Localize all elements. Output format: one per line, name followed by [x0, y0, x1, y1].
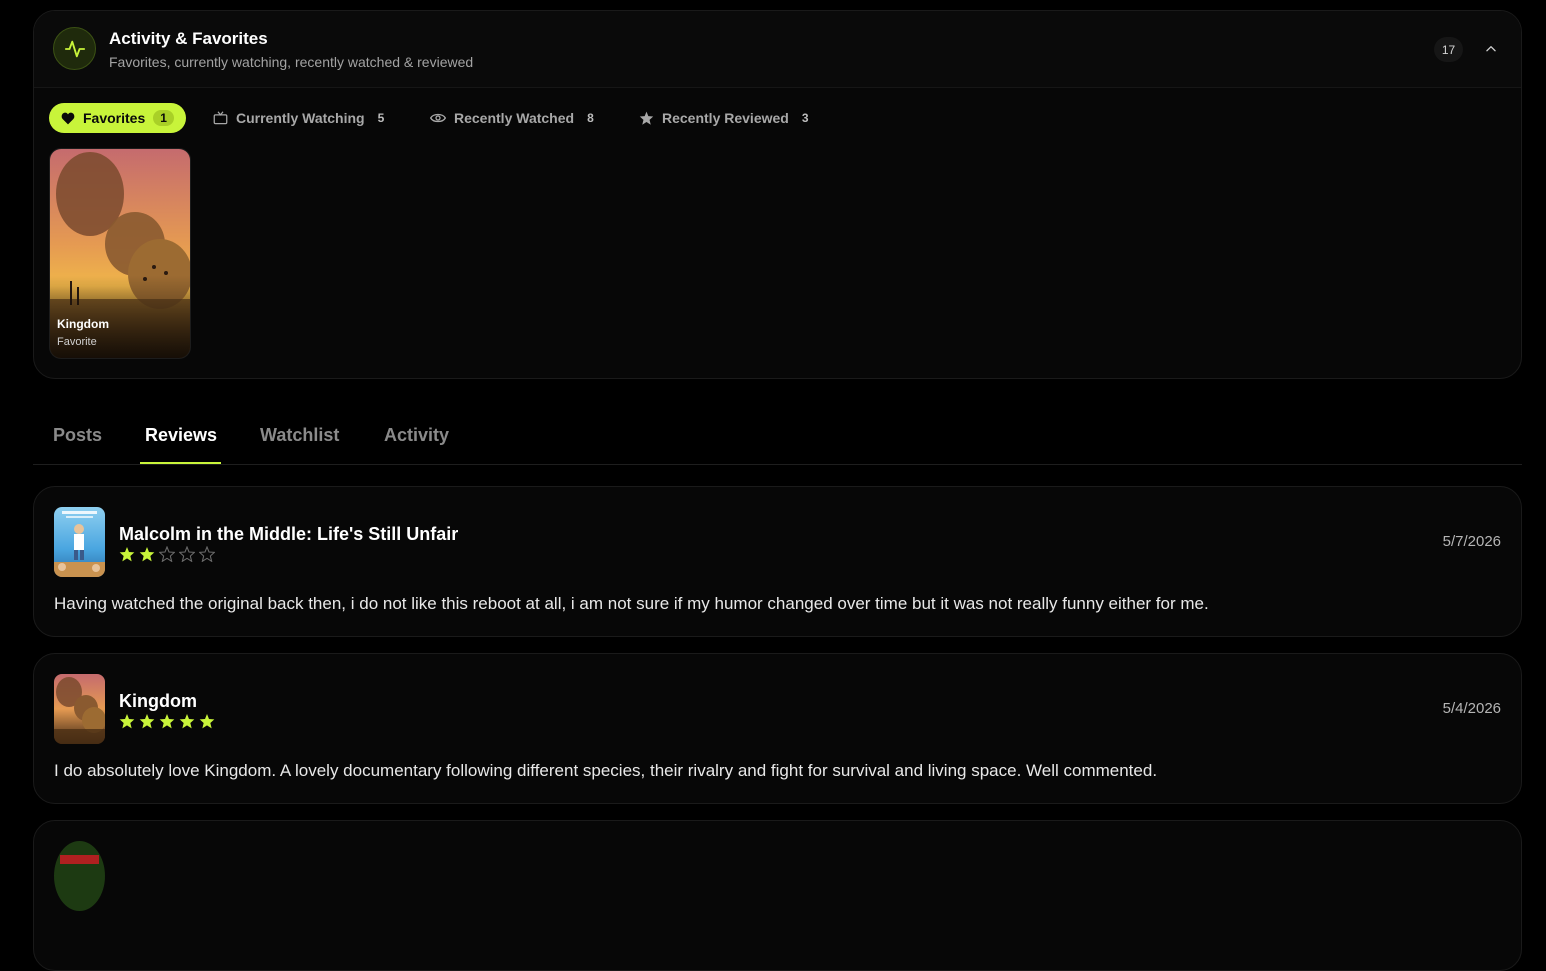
- chip-currently-watching-count: 5: [377, 111, 385, 125]
- chevron-up-icon: [1486, 46, 1496, 52]
- star-icon: [639, 111, 654, 125]
- review-poster-thumbnail[interactable]: [54, 674, 105, 744]
- star-empty-icon: [199, 545, 219, 563]
- chip-recently-reviewed[interactable]: Recently Reviewed 3: [627, 103, 821, 133]
- star-filled-icon: [119, 712, 139, 730]
- review-poster-thumbnail[interactable]: [54, 507, 105, 577]
- review-text: I do absolutely love Kingdom. A lovely d…: [54, 761, 1158, 780]
- star-empty-icon: [179, 545, 199, 563]
- third-review-poster-image: [54, 841, 105, 911]
- activity-title: Activity & Favorites: [109, 29, 268, 48]
- active-tab-indicator: [140, 462, 221, 464]
- chip-currently-watching-label: Currently Watching: [236, 110, 365, 126]
- star-filled-icon: [119, 545, 139, 563]
- chip-favorites[interactable]: Favorites 1: [49, 103, 186, 133]
- star-filled-icon: [139, 545, 159, 563]
- star-filled-icon: [159, 712, 179, 730]
- review-title[interactable]: Malcolm in the Middle: Life's Still Unfa…: [119, 524, 458, 545]
- chip-recently-reviewed-label: Recently Reviewed: [662, 110, 789, 126]
- chip-recently-watched-count: 8: [587, 111, 594, 125]
- profile-tabs: Posts Reviews Watchlist Activity: [33, 415, 1522, 465]
- star-filled-icon: [139, 712, 159, 730]
- activity-favorites-panel: Activity & Favorites Favorites, currentl…: [33, 10, 1522, 379]
- review-card: Malcolm in the Middle: Life's Still Unfa…: [33, 486, 1522, 637]
- chip-recently-watched[interactable]: Recently Watched 8: [418, 103, 606, 133]
- chip-recently-reviewed-count: 3: [801, 111, 809, 125]
- favorite-title: Kingdom: [57, 317, 109, 331]
- review-card: [33, 820, 1522, 971]
- activity-header: Activity & Favorites Favorites, currentl…: [34, 11, 1521, 88]
- review-text: Having watched the original back then, i…: [54, 594, 1209, 613]
- review-poster-thumbnail[interactable]: [54, 841, 105, 911]
- star-empty-icon: [159, 545, 179, 563]
- review-card: Kingdom 5/4/2026 I do absolutely love Ki…: [33, 653, 1522, 804]
- star-filled-icon: [199, 712, 219, 730]
- activity-total-count-badge: 17: [1434, 37, 1463, 62]
- tv-icon: [213, 111, 228, 125]
- review-title[interactable]: Kingdom: [119, 691, 197, 712]
- chip-favorites-label: Favorites: [83, 110, 146, 126]
- eye-icon: [430, 112, 446, 124]
- review-date: 5/7/2026: [1442, 533, 1501, 550]
- kingdom-poster-image: [54, 674, 105, 744]
- heart-icon: [61, 112, 75, 125]
- star-rating: [119, 545, 219, 563]
- activity-pulse-icon: [53, 27, 96, 70]
- tab-posts[interactable]: Posts: [48, 425, 107, 465]
- tab-reviews[interactable]: Reviews: [140, 425, 222, 465]
- activity-subtitle: Favorites, currently watching, recently …: [109, 54, 474, 70]
- favorite-poster-card[interactable]: Kingdom Favorite: [49, 148, 191, 359]
- tab-activity[interactable]: Activity: [379, 425, 454, 465]
- star-filled-icon: [179, 712, 199, 730]
- collapse-button[interactable]: [1480, 38, 1502, 60]
- chip-favorites-count: 1: [153, 110, 174, 126]
- chip-currently-watching[interactable]: Currently Watching 5: [201, 103, 396, 133]
- review-date: 5/4/2026: [1442, 700, 1501, 717]
- tab-watchlist[interactable]: Watchlist: [255, 425, 344, 465]
- star-rating: [119, 712, 219, 730]
- favorite-label: Favorite: [57, 336, 97, 348]
- chip-recently-watched-label: Recently Watched: [454, 110, 575, 126]
- malcolm-poster-image: [54, 507, 105, 577]
